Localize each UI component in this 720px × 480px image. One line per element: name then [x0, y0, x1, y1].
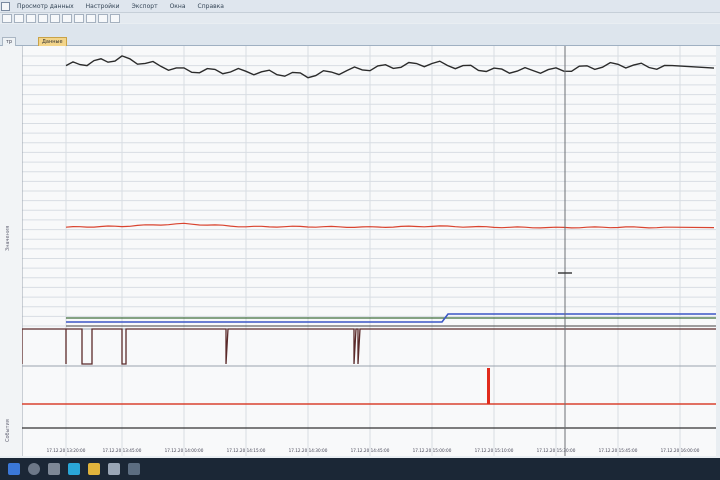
- x-tick-label: 17.12.20 14:30:00: [289, 448, 328, 453]
- event-spike: [487, 368, 490, 404]
- toolbar-button[interactable]: [2, 13, 12, 23]
- tab-strip: тр Данные: [0, 24, 720, 46]
- windows-taskbar: [0, 458, 720, 480]
- menu-item-settings[interactable]: Настройки: [80, 3, 126, 10]
- tab-data[interactable]: Данные: [38, 37, 67, 46]
- x-tick-label: 17.12.20 16:00:00: [661, 448, 700, 453]
- pulse-trace: [21, 328, 716, 365]
- menu-item-export[interactable]: Экспорт: [126, 3, 164, 10]
- toolbar-button[interactable]: [50, 13, 60, 23]
- x-tick-label: 17.12.20 14:15:00: [227, 448, 266, 453]
- store-icon[interactable]: [108, 463, 120, 475]
- trend-chart[interactable]: 5654525048464442403836343230282624222018…: [14, 46, 716, 456]
- x-tick-label: 17.12.20 13:45:00: [103, 448, 142, 453]
- menu-item-view[interactable]: Просмотр данных: [11, 3, 80, 10]
- toolbar: [0, 13, 720, 23]
- menu-item-windows[interactable]: Окна: [164, 3, 192, 10]
- toolbar-button[interactable]: [98, 13, 108, 23]
- tab-tr[interactable]: тр: [2, 37, 17, 46]
- windows-start-icon[interactable]: [8, 463, 20, 475]
- menu-bar: Просмотр данных Настройки Экспорт Окна С…: [0, 0, 720, 13]
- app-icon: [1, 1, 10, 11]
- menu-item-help[interactable]: Справка: [192, 3, 230, 10]
- chart-panel: 5654525048464442403836343230282624222018…: [14, 46, 716, 456]
- search-icon[interactable]: [28, 463, 40, 475]
- task-view-icon[interactable]: [48, 463, 60, 475]
- toolbar-button[interactable]: [26, 13, 36, 23]
- x-tick-label: 17.12.20 15:45:00: [599, 448, 638, 453]
- x-tick-label: 17.12.20 15:30:00: [537, 448, 576, 453]
- toolbar-button[interactable]: [110, 13, 120, 23]
- trend-series-line: [65, 55, 715, 79]
- y-axis-title: Значения: [5, 225, 11, 251]
- x-tick-label: 17.12.20 14:00:00: [165, 448, 204, 453]
- x-tick-label: 17.12.20 13:20:00: [47, 448, 86, 453]
- app-icon[interactable]: [128, 463, 140, 475]
- toolbar-button[interactable]: [38, 13, 48, 23]
- trend-series-line: [65, 222, 715, 229]
- x-tick-label: 17.12.20 14:45:00: [351, 448, 390, 453]
- y-axis-gutter: Значения События: [0, 46, 22, 456]
- toolbar-button[interactable]: [86, 13, 96, 23]
- toolbar-button[interactable]: [74, 13, 84, 23]
- toolbar-button[interactable]: [62, 13, 72, 23]
- event-axis-title: События: [5, 419, 11, 442]
- x-tick-label: 17.12.20 15:10:00: [475, 448, 514, 453]
- edge-icon[interactable]: [68, 463, 80, 475]
- explorer-icon[interactable]: [88, 463, 100, 475]
- x-tick-label: 17.12.20 15:00:00: [413, 448, 452, 453]
- toolbar-button[interactable]: [14, 13, 24, 23]
